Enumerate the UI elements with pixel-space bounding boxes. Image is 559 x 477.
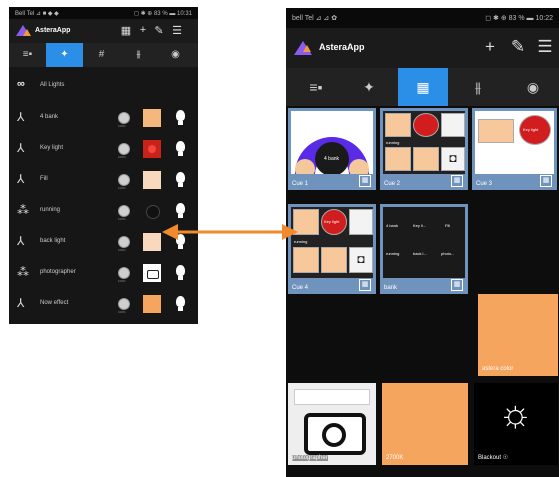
arrow-head-left [162,224,178,240]
arrow-head-right [282,224,298,240]
connector-arrow [162,224,298,240]
